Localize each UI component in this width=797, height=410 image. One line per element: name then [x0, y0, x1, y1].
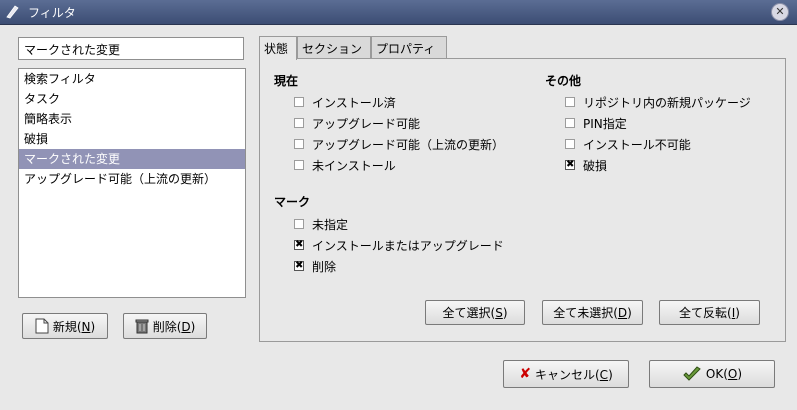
- checkbox-label: リポジトリ内の新規パッケージ: [583, 95, 751, 110]
- checkbox-upgradable[interactable]: アップグレード可能: [294, 114, 420, 132]
- close-button[interactable]: ✕: [771, 3, 789, 21]
- checkbox-label: 削除: [312, 259, 337, 274]
- status-panel: 現在 インストール済 アップグレード可能 アップグレード可能（上流の更新） 未イ…: [259, 58, 786, 342]
- new-document-icon: [35, 318, 49, 334]
- checkbox-unspecified[interactable]: 未指定: [294, 215, 348, 233]
- select-all-key: S: [495, 306, 503, 320]
- current-section-title: 現在: [274, 74, 299, 88]
- mark-section-title: マーク: [274, 195, 311, 209]
- close-icon: ✕: [775, 5, 785, 18]
- other-section-title: その他: [545, 74, 582, 88]
- filter-list-item[interactable]: 破損: [19, 129, 245, 149]
- unselect-all-suffix: ): [627, 306, 632, 320]
- checkbox[interactable]: [565, 139, 575, 149]
- cancel-suffix: ): [608, 367, 613, 382]
- invert-all-button[interactable]: 全て反転(I): [659, 300, 760, 325]
- delete-button[interactable]: 削除(D): [123, 313, 207, 339]
- checkbox-label: アップグレード可能: [312, 116, 421, 131]
- tab-status[interactable]: 状態: [259, 36, 297, 60]
- checkbox-installed[interactable]: インストール済: [294, 93, 396, 111]
- checkbox[interactable]: [294, 219, 304, 229]
- checkbox-pinned[interactable]: PIN指定: [565, 114, 627, 132]
- checkbox-broken[interactable]: ✖ 破損: [565, 156, 607, 174]
- filter-list-item[interactable]: 検索フィルタ: [19, 69, 245, 89]
- filter-name-input[interactable]: マークされた変更: [18, 37, 244, 60]
- select-all-suffix: ): [502, 306, 508, 320]
- checkbox-label: 未指定: [312, 217, 349, 232]
- checkbox-label: インストールまたはアップグレード: [312, 238, 504, 253]
- delete-button-label: 削除(: [152, 319, 182, 334]
- unselect-all-label: 全て未選択(: [553, 306, 618, 320]
- trash-icon: [135, 319, 149, 334]
- checkbox-label: 破損: [583, 158, 608, 173]
- ok-suffix: ): [737, 367, 743, 381]
- checkbox[interactable]: [565, 97, 575, 107]
- checkbox-new-in-repo[interactable]: リポジトリ内の新規パッケージ: [565, 93, 751, 111]
- ok-key: O: [727, 367, 738, 381]
- unselect-all-key: D: [617, 306, 628, 320]
- new-button[interactable]: 新規(N): [22, 313, 108, 339]
- filter-list-item[interactable]: アップグレード可能（上流の更新）: [19, 169, 245, 189]
- window-title: フィルタ: [28, 6, 76, 20]
- checkbox[interactable]: [294, 118, 304, 128]
- checkbox-not-installable[interactable]: インストール不可能: [565, 135, 691, 153]
- unselect-all-button[interactable]: 全て未選択(D): [542, 300, 643, 325]
- checkbox-label: インストール済: [312, 95, 396, 110]
- select-all-button[interactable]: 全て選択(S): [425, 300, 525, 325]
- checkbox-label: アップグレード可能（上流の更新）: [312, 137, 505, 152]
- checkbox-checked[interactable]: ✖: [565, 160, 575, 170]
- checkbox-label: 未インストール: [312, 158, 396, 173]
- filter-list-item[interactable]: タスク: [19, 89, 245, 109]
- cancel-label: キャンセル(: [534, 367, 600, 382]
- ok-check-icon: [683, 366, 701, 381]
- title-bar: フィルタ ✕: [0, 0, 797, 25]
- cancel-icon: ✘: [519, 366, 531, 382]
- checkbox-remove[interactable]: ✖ 削除: [294, 257, 336, 275]
- checkbox-checked[interactable]: ✖: [294, 261, 304, 271]
- new-button-suffix: ): [90, 319, 96, 334]
- checkbox[interactable]: [294, 160, 304, 170]
- invert-all-label: 全て反転(: [679, 306, 732, 320]
- checkbox-upgradable-upstream[interactable]: アップグレード可能（上流の更新）: [294, 135, 504, 153]
- checkbox-checked[interactable]: ✖: [294, 240, 304, 250]
- delete-button-key: D: [181, 319, 191, 334]
- checkbox-label: インストール不可能: [583, 137, 691, 152]
- ok-label: OK(: [705, 367, 728, 381]
- checkbox-label: PIN指定: [583, 116, 627, 131]
- new-button-label: 新規(: [52, 319, 82, 334]
- ok-button[interactable]: OK(O): [649, 360, 775, 388]
- select-all-label: 全て選択(: [442, 306, 496, 320]
- filter-list[interactable]: 検索フィルタ タスク 簡略表示 破損 マークされた変更 アップグレード可能（上流…: [18, 68, 246, 298]
- cancel-key: C: [599, 367, 609, 382]
- delete-button-suffix: ): [190, 319, 196, 334]
- tab-property[interactable]: プロパティ: [371, 36, 447, 59]
- checkbox-install-or-upgrade[interactable]: ✖ インストールまたはアップグレード: [294, 236, 504, 254]
- tab-section[interactable]: セクション: [297, 36, 371, 59]
- filter-list-item-selected[interactable]: マークされた変更: [19, 149, 245, 169]
- checkbox[interactable]: [565, 118, 575, 128]
- checkbox-not-installed[interactable]: 未インストール: [294, 156, 396, 174]
- cancel-button[interactable]: ✘ キャンセル(C): [503, 360, 629, 388]
- app-icon: [6, 5, 19, 19]
- invert-all-suffix: ): [735, 306, 740, 320]
- checkbox[interactable]: [294, 97, 304, 107]
- checkbox[interactable]: [294, 139, 304, 149]
- filter-list-item[interactable]: 簡略表示: [19, 109, 245, 129]
